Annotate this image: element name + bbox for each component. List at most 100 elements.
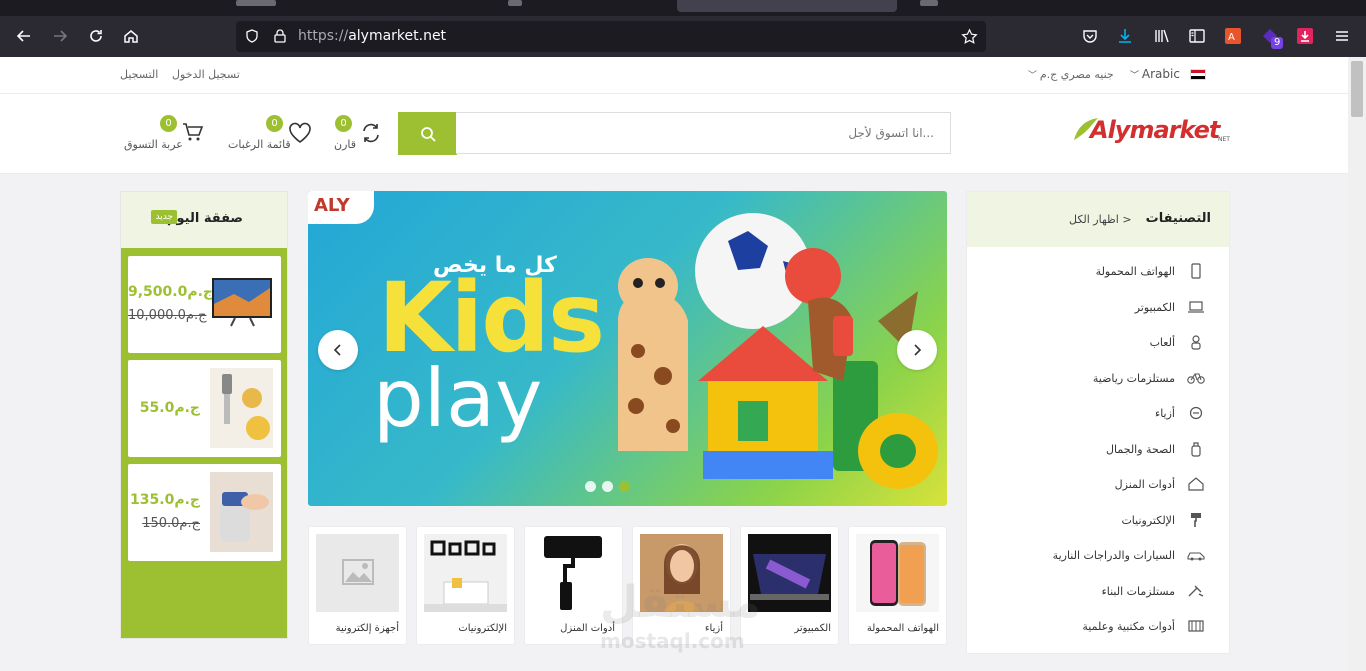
language-label: Arabic [1141, 67, 1180, 81]
pocket-button[interactable] [1076, 22, 1104, 50]
category-label: الإلكترونيات [1121, 513, 1175, 527]
tab-title-fragment[interactable] [236, 0, 276, 6]
egypt-flag-icon [1190, 69, 1206, 80]
back-button[interactable] [10, 22, 38, 50]
downloader-extension-icon [1297, 28, 1313, 44]
laptop-icon [1187, 298, 1205, 316]
deal-card[interactable]: 135.0ج.م 150.0ج.م [128, 464, 281, 561]
category-tile-electronic-devices[interactable]: أجهزة إلكترونية [308, 526, 407, 645]
currency-selector[interactable]: ﹀ جنيه مصري ج.م [1028, 68, 1114, 81]
category-label: أدوات مكتبية وعلمية [1082, 619, 1175, 633]
category-item-phones[interactable]: الهواتف المحمولة [1096, 261, 1205, 281]
category-item-computers[interactable]: الكمبيوتر [1135, 297, 1205, 317]
language-selector[interactable]: ﹀ Arabic [1130, 67, 1180, 81]
tab-title-fragment[interactable] [920, 0, 938, 6]
slider-dot-active[interactable] [619, 481, 630, 492]
deal-old-price: 10,000.0ج.م [128, 308, 207, 323]
extension-translate-button[interactable]: A [1219, 22, 1247, 50]
library-button[interactable] [1148, 22, 1176, 50]
browser-tabstrip [0, 0, 1366, 16]
paint-roller-icon [1187, 511, 1205, 529]
tab-title-fragment[interactable] [508, 0, 522, 6]
page-scrollbar[interactable] [1348, 57, 1366, 671]
category-tile-phones[interactable]: الهواتف المحمولة [848, 526, 947, 645]
category-label: أزياء [1155, 406, 1175, 420]
search-field[interactable] [456, 112, 951, 154]
deal-card[interactable]: 55.0ج.م [128, 360, 281, 457]
category-label: الهواتف المحمولة [1095, 264, 1175, 278]
active-tab[interactable] [677, 0, 897, 12]
slider-next-button[interactable] [897, 330, 937, 370]
home-button[interactable] [117, 22, 145, 50]
blender-product-image [210, 368, 273, 448]
image-placeholder-icon [316, 534, 399, 612]
cart-button[interactable]: 0 عربة التسوق [122, 112, 204, 156]
categories-header: التصنيفات اظهار الكل > [967, 192, 1229, 247]
downloads-button[interactable] [1111, 22, 1139, 50]
toys-illustration [618, 213, 938, 489]
bookmark-star-icon[interactable] [961, 28, 978, 45]
wishlist-button[interactable]: 0 قائمة الرغبات [226, 112, 311, 156]
login-link[interactable]: تسجيل الدخول [172, 68, 240, 81]
category-item-health-beauty[interactable]: الصحة والجمال [1106, 439, 1205, 459]
browser-toolbar: https://alymarket.net A 9 [0, 16, 1366, 57]
categories-title: التصنيفات [1145, 211, 1211, 226]
category-label: مستلزمات رياضية [1092, 371, 1175, 385]
category-item-fashion[interactable]: أزياء [1155, 403, 1205, 423]
category-tile-electronics[interactable]: الإلكترونيات [416, 526, 515, 645]
scrollbar-thumb[interactable] [1351, 61, 1363, 117]
pocket-icon [1083, 30, 1097, 43]
deal-card[interactable]: 9,500.0ج.م 10,000.0ج.م [128, 256, 281, 353]
tv-product-image [212, 278, 272, 327]
cart-icon [183, 123, 204, 141]
category-item-cars-motorcycles[interactable]: السيارات والدراجات النارية [1053, 545, 1205, 565]
url-text: https://alymarket.net [298, 28, 446, 44]
toy-icon [1187, 333, 1205, 351]
construction-icon [1187, 582, 1205, 600]
hero-slider[interactable]: ALY كل ما يخص Kids play [308, 191, 947, 506]
search-input[interactable] [456, 113, 950, 153]
category-item-office-science[interactable]: أدوات مكتبية وعلمية [1082, 616, 1205, 636]
deal-price: 135.0ج.م [130, 492, 200, 508]
currency-label: جنيه مصري ج.م [1039, 68, 1114, 81]
category-label: ألعاب [1149, 335, 1175, 349]
show-all-link[interactable]: اظهار الكل > [1069, 213, 1132, 226]
slider-headline-play: play [373, 352, 543, 445]
extension-downloader-button[interactable] [1291, 22, 1319, 50]
forward-arrow-icon [54, 30, 68, 42]
book-icon [1187, 617, 1205, 635]
deal-old-price: 150.0ج.م [142, 516, 200, 531]
category-item-electronics[interactable]: الإلكترونيات [1121, 510, 1205, 530]
category-label: مستلزمات البناء [1101, 584, 1175, 598]
category-item-home-tools[interactable]: أدوات المنزل [1115, 474, 1205, 494]
back-arrow-icon [16, 30, 30, 42]
heart-icon [289, 122, 311, 143]
register-link[interactable]: التسجيل [120, 68, 158, 81]
search-icon [420, 126, 436, 142]
forward-button[interactable] [46, 22, 74, 50]
menu-button[interactable] [1328, 22, 1356, 50]
category-item-sports[interactable]: مستلزمات رياضية [1093, 368, 1205, 388]
url-protocol: https:// [298, 28, 349, 44]
category-item-toys[interactable]: ألعاب [1150, 332, 1205, 352]
compare-refresh-icon [363, 123, 379, 143]
fashion-icon [1187, 404, 1205, 422]
slider-headline-kids: Kids [378, 262, 605, 374]
extension-badge: 9 [1271, 37, 1284, 49]
site-header: 0 عربة التسوق 0 قائمة الرغبات 0 قارن Aly… [0, 94, 1348, 174]
chopper-product-image [210, 472, 273, 552]
address-bar[interactable]: https://alymarket.net [236, 21, 986, 52]
search-button[interactable] [398, 112, 457, 155]
categories-panel: التصنيفات اظهار الكل > الهواتف المحمولة … [966, 191, 1230, 654]
category-label: أدوات المنزل [1114, 477, 1175, 491]
slider-dot[interactable] [585, 481, 596, 492]
category-item-construction[interactable]: مستلزمات البناء [1102, 581, 1205, 601]
cart-count-badge: 0 [160, 115, 177, 132]
slider-dot[interactable] [602, 481, 613, 492]
watermark-arabic: مستقل [600, 577, 761, 628]
reload-button[interactable] [82, 22, 110, 50]
sidebar-button[interactable] [1183, 22, 1211, 50]
room-image [424, 534, 507, 612]
slider-prev-button[interactable] [318, 330, 358, 370]
compare-button[interactable]: 0 قارن [330, 112, 386, 156]
